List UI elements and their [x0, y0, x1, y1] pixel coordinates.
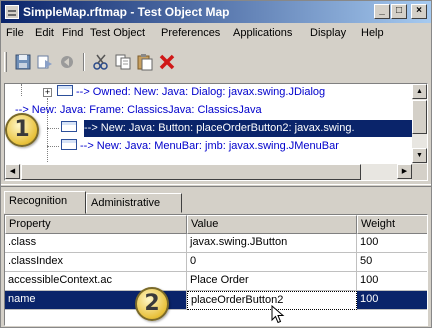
object-tree[interactable]: + --> Owned: New: Java: Dialog: javax.sw…	[4, 83, 428, 181]
scroll-left-icon[interactable]: ◀	[5, 164, 20, 179]
menu-applications[interactable]: Applications	[233, 27, 292, 39]
properties-table: Property Value Weight .class javax.swing…	[4, 214, 428, 326]
scroll-thumb[interactable]	[21, 164, 361, 180]
tree-horizontal-scrollbar[interactable]: ◀ ▶	[5, 164, 413, 180]
menu-preferences[interactable]: Preferences	[161, 27, 220, 39]
cell-weight[interactable]: 50	[357, 253, 427, 272]
column-header-property[interactable]: Property	[5, 215, 187, 234]
window-title: SimpleMap.rftmap - Test Object Map	[23, 5, 230, 19]
scroll-thumb[interactable]	[412, 100, 427, 134]
cell-weight[interactable]: 100	[357, 291, 427, 310]
minimize-button[interactable]: _	[374, 4, 390, 19]
column-header-weight[interactable]: Weight	[357, 215, 427, 234]
scroll-down-icon[interactable]: ▼	[412, 148, 427, 163]
tree-node[interactable]: --> New: Java: Frame: ClassicsJava: Clas…	[15, 102, 262, 119]
tree-node-label: --> New: Java: MenuBar: jmb: javax.swing…	[80, 140, 339, 152]
menu-file[interactable]: File	[6, 27, 24, 39]
tab-label: Recognition	[9, 195, 68, 207]
copy-icon[interactable]	[113, 52, 133, 72]
cell-value[interactable]: javax.swing.JButton	[187, 234, 357, 253]
title-bar[interactable]: SimpleMap.rftmap - Test Object Map _ □ ×	[1, 1, 431, 23]
menu-find[interactable]: Find	[62, 27, 83, 39]
tree-node[interactable]: --> New: Java: MenuBar: jmb: javax.swing…	[61, 138, 339, 155]
save-icon[interactable]	[13, 52, 33, 72]
tab-administrative[interactable]: Administrative	[86, 193, 182, 213]
scroll-up-icon[interactable]: ▲	[412, 84, 427, 99]
menu-help[interactable]: Help	[361, 27, 384, 39]
app-icon	[5, 5, 19, 19]
tree-line	[47, 146, 59, 147]
back-icon[interactable]	[57, 52, 77, 72]
toolbar-grip[interactable]	[4, 52, 7, 72]
mouse-pointer-icon	[271, 305, 285, 324]
tree-line	[47, 128, 59, 129]
tree-node-label: --> New: Java: Button: placeOrderButton2…	[84, 122, 355, 134]
cell-property[interactable]: .class	[5, 234, 187, 253]
close-button[interactable]: ×	[411, 4, 427, 19]
tree-node-label: --> New: Java: Frame: ClassicsJava: Clas…	[15, 104, 262, 116]
tree-vertical-scrollbar[interactable]: ▲ ▼	[412, 84, 427, 164]
cell-value[interactable]: Place Order	[187, 272, 357, 291]
tree-node[interactable]	[61, 120, 80, 137]
menu-edit[interactable]: Edit	[35, 27, 54, 39]
callout-1: 1	[5, 113, 39, 147]
tree-content: + --> Owned: New: Java: Dialog: javax.sw…	[5, 84, 414, 164]
scroll-corner	[412, 164, 427, 180]
tree-line	[21, 84, 22, 96]
callout-2: 2	[135, 287, 169, 321]
scroll-right-icon[interactable]: ▶	[397, 164, 412, 179]
tree-node[interactable]: --> Owned: New: Java: Dialog: javax.swin…	[57, 84, 325, 101]
delete-icon[interactable]	[157, 52, 177, 72]
toolbar	[1, 49, 431, 75]
menu-bar: File Edit Find Test Object Preferences A…	[1, 23, 431, 45]
window-icon	[57, 85, 73, 96]
cell-value[interactable]: 0	[187, 253, 357, 272]
tree-node-selected[interactable]: --> New: Java: Button: placeOrderButton2…	[84, 120, 414, 137]
test-object-map-window: SimpleMap.rftmap - Test Object Map _ □ ×…	[0, 0, 432, 328]
tab-recognition[interactable]: Recognition	[4, 191, 86, 214]
merge-icon[interactable]	[35, 52, 55, 72]
maximize-button[interactable]: □	[391, 4, 407, 19]
cell-property[interactable]: .classIndex	[5, 253, 187, 272]
cell-weight[interactable]: 100	[357, 234, 427, 253]
window-icon	[61, 121, 77, 132]
toolbar-separator	[83, 53, 85, 71]
menu-display[interactable]: Display	[310, 27, 346, 39]
paste-icon[interactable]	[135, 52, 155, 72]
pane-splitter[interactable]	[1, 184, 431, 187]
tab-label: Administrative	[91, 197, 161, 209]
cut-icon[interactable]	[91, 52, 111, 72]
cell-weight[interactable]: 100	[357, 272, 427, 291]
tree-node-label: --> Owned: New: Java: Dialog: javax.swin…	[76, 86, 326, 98]
window-icon	[61, 139, 77, 150]
tree-expander[interactable]: +	[43, 88, 52, 97]
menu-test-object[interactable]: Test Object	[90, 27, 145, 39]
column-header-value[interactable]: Value	[187, 215, 357, 234]
